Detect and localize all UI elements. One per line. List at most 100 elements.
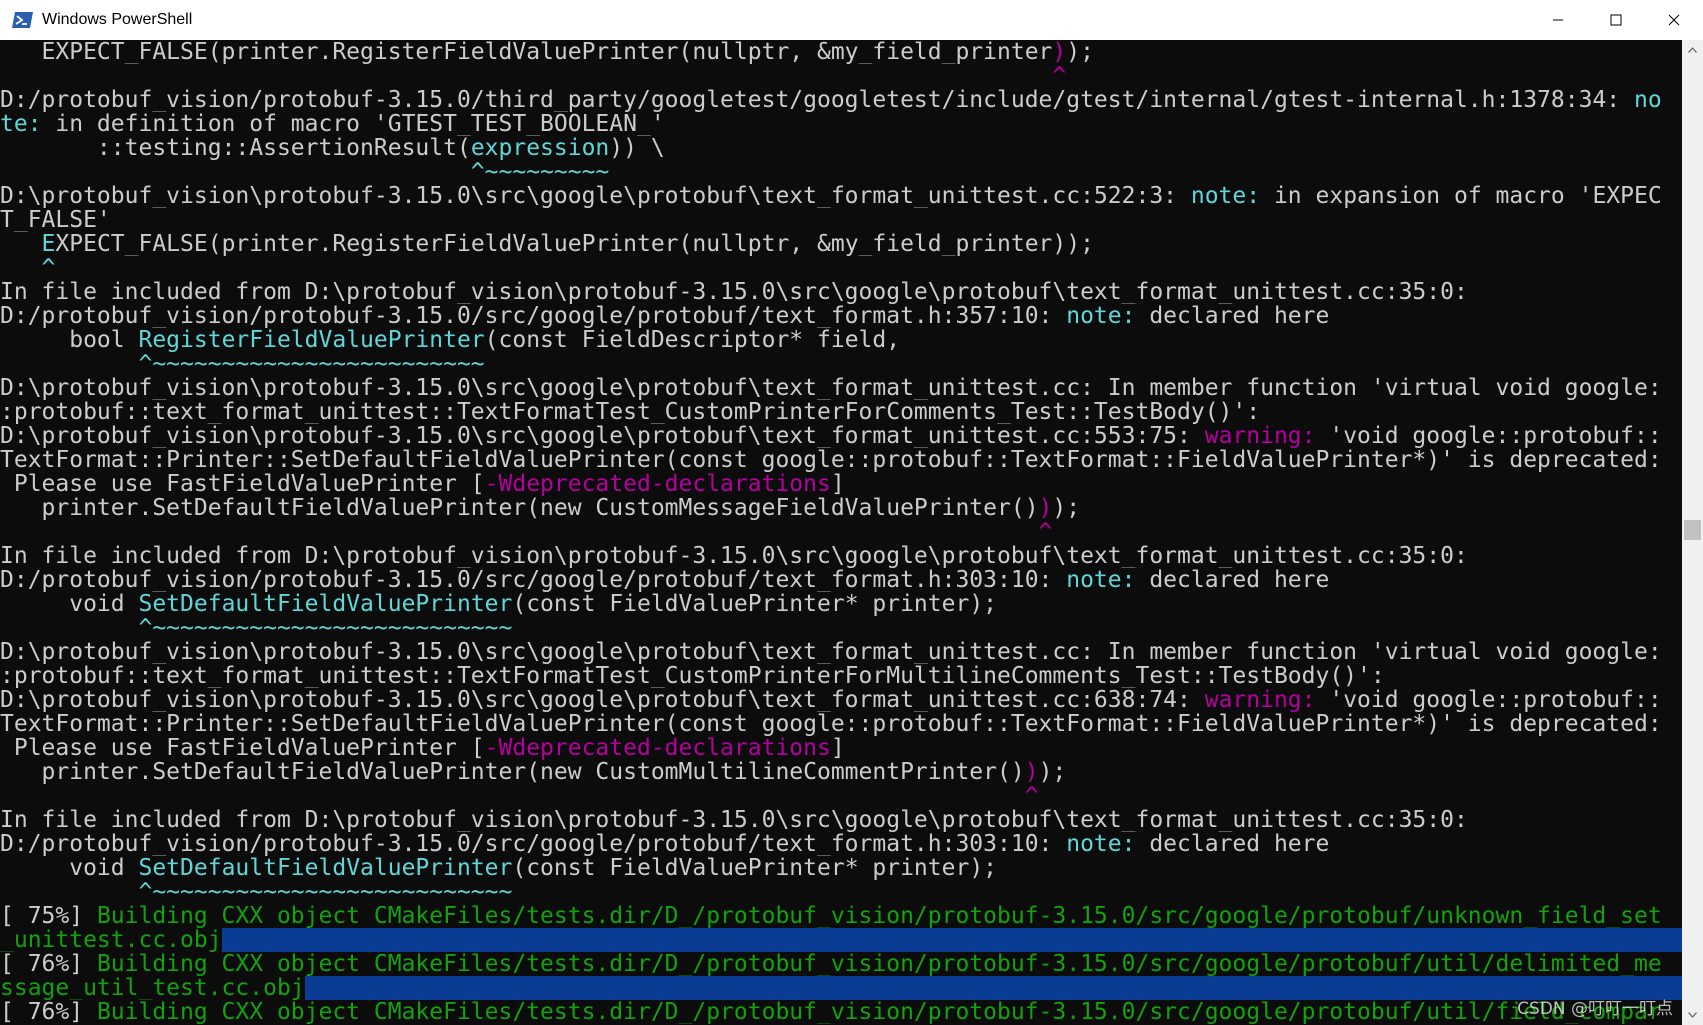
watermark-text: CSDN @叮叮一叮点 [1517, 999, 1673, 1019]
terminal-line: EXPECT_FALSE(printer.RegisterFieldValueP… [0, 232, 1682, 256]
terminal-text-segment: ^~~~~~~~~~~~~~~~~~~~~~~~~ [0, 352, 485, 376]
terminal-text-segment: ^ [0, 256, 56, 280]
terminal-text-segment: ] [830, 736, 845, 760]
terminal-line: Please use FastFieldValuePrinter [-Wdepr… [0, 736, 1682, 760]
terminal-line: D:\protobuf_vision\protobuf-3.15.0\src\g… [0, 424, 1682, 448]
chevron-down-icon [1688, 1012, 1697, 1018]
terminal-line: void SetDefaultFieldValuePrinter(const F… [0, 856, 1682, 880]
terminal-text-segment: ^ [0, 64, 1067, 88]
powershell-window: Windows PowerShell EXPECT_FALSE(printer.… [0, 0, 1703, 1025]
terminal-text-segment: expression [470, 136, 610, 160]
close-button[interactable] [1645, 0, 1703, 40]
terminal-text-segment: D:/protobuf_vision/protobuf-3.15.0/src/g… [0, 832, 1067, 856]
terminal-text-segment: (const FieldDescriptor* field, [484, 328, 901, 352]
terminal-text-segment: printer.SetDefaultFieldValuePrinter(new … [0, 496, 1039, 520]
terminal-line: EXPECT_FALSE(printer.RegisterFieldValueP… [0, 40, 1682, 64]
scroll-up-button[interactable] [1682, 40, 1703, 60]
terminal-text-segment: declared here [1135, 304, 1330, 328]
terminal-line: _unittest.cc.obj [0, 928, 1682, 952]
terminal-text-segment: D:\protobuf_vision\protobuf-3.15.0\src\g… [0, 424, 1205, 448]
terminal-line: void SetDefaultFieldValuePrinter(const F… [0, 592, 1682, 616]
terminal-text-segment: ); [1052, 496, 1081, 520]
terminal-text-segment: [ 76%] [0, 952, 97, 976]
terminal-text-segment: D:\protobuf_vision\protobuf-3.15.0\src\g… [0, 184, 1191, 208]
terminal-text-segment: 'void google::protobuf:: [1315, 688, 1662, 712]
terminal-line: In file included from D:\protobuf_vision… [0, 544, 1682, 568]
selection-highlight [221, 928, 1682, 952]
minimize-button[interactable] [1529, 0, 1587, 40]
terminal-text-segment: ssage_util_test.cc.obj [0, 976, 305, 1000]
terminal-text-segment: (const FieldValuePrinter* printer); [512, 592, 998, 616]
terminal-text-segment: note: [1190, 184, 1261, 208]
chevron-up-icon [1688, 47, 1697, 53]
terminal-line: ^ [0, 784, 1682, 808]
terminal-text-segment: D:/protobuf_vision/protobuf-3.15.0/src/g… [0, 304, 1067, 328]
terminal-line: ^~~~~~~~~~~~~~~~~~~~~~~~~~~ [0, 616, 1682, 640]
terminal-text-segment: )) \ [609, 136, 665, 160]
terminal-line: ^ [0, 256, 1682, 280]
terminal-text-segment: void [0, 592, 139, 616]
terminal-text-segment: :protobuf::text_format_unittest::TextFor… [0, 400, 1261, 424]
terminal-text-segment: D:\protobuf_vision\protobuf-3.15.0\src\g… [0, 376, 1662, 400]
terminal-text-segment: ^~~~~~~~~~~~~~~~~~~~~~~~~~~ [0, 616, 513, 640]
vertical-scrollbar[interactable] [1682, 40, 1703, 1025]
terminal-line: [ 75%] Building CXX object CMakeFiles/te… [0, 904, 1682, 928]
terminal-text-segment: ); [1038, 760, 1067, 784]
terminal-line: te: in definition of macro 'GTEST_TEST_B… [0, 112, 1682, 136]
maximize-button[interactable] [1587, 0, 1645, 40]
terminal-text-segment: SetDefaultFieldValuePrinter [138, 592, 513, 616]
terminal-text-segment: Building CXX object CMakeFiles/tests.dir… [96, 1000, 1662, 1024]
terminal-text-segment: In file included from D:\protobuf_vision… [0, 808, 1468, 832]
terminal-line: TextFormat::Printer::SetDefaultFieldValu… [0, 712, 1682, 736]
terminal-text-segment: [ 75%] [0, 904, 97, 928]
terminal-line: ::testing::AssertionResult(expression)) … [0, 136, 1682, 160]
terminal-text-segment: XPECT_FALSE(printer.RegisterFieldValuePr… [55, 232, 1094, 256]
terminal-line: TextFormat::Printer::SetDefaultFieldValu… [0, 448, 1682, 472]
terminal-line: D:\protobuf_vision\protobuf-3.15.0\src\g… [0, 184, 1682, 208]
terminal-line: ^~~~~~~~~~~~~~~~~~~~~~~~~ [0, 352, 1682, 376]
terminal-text-segment: TextFormat::Printer::SetDefaultFieldValu… [0, 448, 1662, 472]
terminal-text-segment: (const FieldValuePrinter* printer); [512, 856, 998, 880]
terminal-output[interactable]: EXPECT_FALSE(printer.RegisterFieldValueP… [0, 40, 1682, 1025]
terminal-line: Please use FastFieldValuePrinter [-Wdepr… [0, 472, 1682, 496]
terminal-line: D:\protobuf_vision\protobuf-3.15.0\src\g… [0, 688, 1682, 712]
terminal-text-segment: ) [1038, 496, 1053, 520]
scroll-thumb[interactable] [1684, 520, 1701, 540]
powershell-icon [12, 11, 34, 29]
terminal-text-segment: ^ [0, 784, 1039, 808]
terminal-line: ^ [0, 64, 1682, 88]
terminal-text-segment: ^~~~~~~~~~~~~~~~~~~~~~~~~~~ [0, 880, 513, 904]
terminal-line: In file included from D:\protobuf_vision… [0, 808, 1682, 832]
terminal-text-segment: printer.SetDefaultFieldValuePrinter(new … [0, 760, 1025, 784]
selection-highlight [304, 976, 1682, 1000]
terminal-text-segment: Building CXX object CMakeFiles/tests.dir… [96, 904, 1662, 928]
terminal-line: :protobuf::text_format_unittest::TextFor… [0, 400, 1682, 424]
terminal-text-segment: bool [0, 328, 139, 352]
terminal-text-segment: declared here [1135, 832, 1330, 856]
terminal-text-segment: ^~~~~~~~~~ [0, 160, 610, 184]
terminal-text-segment: _unittest.cc.obj [0, 928, 222, 952]
terminal-text-segment: ); [1066, 40, 1094, 64]
terminal-line: ^~~~~~~~~~~~~~~~~~~~~~~~~~~ [0, 880, 1682, 904]
terminal-text-segment: Building CXX object CMakeFiles/tests.dir… [96, 952, 1662, 976]
terminal-text-segment: E [41, 232, 56, 256]
terminal-text-segment: In file included from D:\protobuf_vision… [0, 544, 1468, 568]
terminal-line: printer.SetDefaultFieldValuePrinter(new … [0, 496, 1682, 520]
scroll-down-button[interactable] [1682, 1005, 1703, 1025]
terminal-line: D:/protobuf_vision/protobuf-3.15.0/src/g… [0, 568, 1682, 592]
terminal-text-segment: ] [830, 472, 845, 496]
terminal-text-segment: TextFormat::Printer::SetDefaultFieldValu… [0, 712, 1662, 736]
terminal-text-segment: D:\protobuf_vision\protobuf-3.15.0\src\g… [0, 688, 1205, 712]
minimize-icon [1553, 19, 1563, 21]
maximize-icon [1610, 14, 1622, 26]
terminal-text-segment: ) [1024, 760, 1039, 784]
title-bar[interactable]: Windows PowerShell [0, 0, 1703, 40]
terminal-line: printer.SetDefaultFieldValuePrinter(new … [0, 760, 1682, 784]
terminal-line: :protobuf::text_format_unittest::TextFor… [0, 664, 1682, 688]
terminal-line: ^ [0, 520, 1682, 544]
terminal-text-segment: -Wdeprecated-declarations [484, 472, 831, 496]
terminal-text-segment: no [1633, 88, 1662, 112]
terminal-line: [ 76%] Building CXX object CMakeFiles/te… [0, 952, 1682, 976]
terminal-line: D:\protobuf_vision\protobuf-3.15.0\src\g… [0, 640, 1682, 664]
terminal-line: D:/protobuf_vision/protobuf-3.15.0/src/g… [0, 832, 1682, 856]
